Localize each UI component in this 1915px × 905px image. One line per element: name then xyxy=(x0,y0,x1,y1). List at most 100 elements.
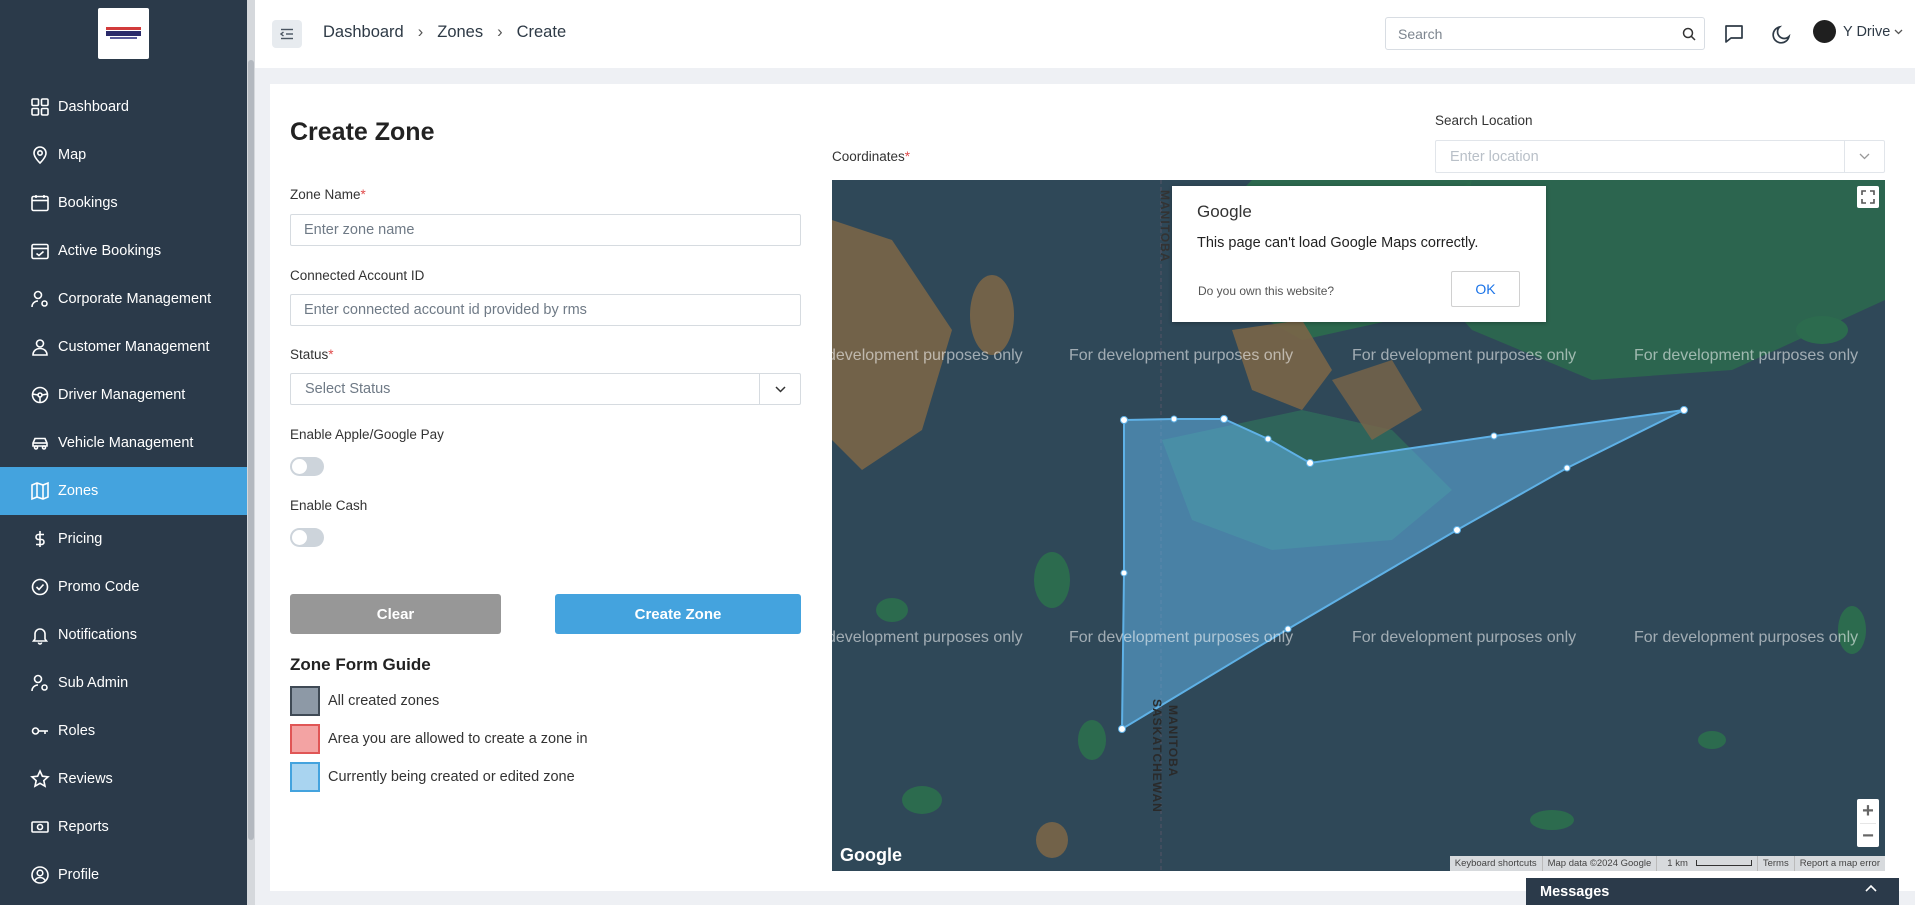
maps-error-question: Do you own this website? xyxy=(1198,284,1335,298)
breadcrumb-separator-icon: › xyxy=(417,23,424,41)
dev-watermark: For development purposes only xyxy=(1069,347,1294,364)
avatar xyxy=(1813,20,1836,43)
sidebar-item-roles[interactable]: Roles xyxy=(0,707,247,755)
fullscreen-icon xyxy=(1861,190,1875,204)
sidebar-item-vehicle-management[interactable]: Vehicle Management xyxy=(0,419,247,467)
steering-wheel-icon xyxy=(29,384,51,406)
zoom-out-button[interactable]: − xyxy=(1857,824,1879,848)
sidebar-item-reviews[interactable]: Reviews xyxy=(0,755,247,803)
legend-current-zone: Currently being created or edited zone xyxy=(290,762,575,792)
maps-error-ok-button[interactable]: OK xyxy=(1451,271,1520,307)
sidebar-item-sub-admin[interactable]: Sub Admin xyxy=(0,659,247,707)
zone-name-input[interactable] xyxy=(290,214,801,246)
menu-toggle-button[interactable] xyxy=(272,20,302,48)
apple-pay-toggle[interactable] xyxy=(290,457,324,476)
messages-widget[interactable]: Messages xyxy=(1526,878,1899,905)
sidebar-item-bookings[interactable]: Bookings xyxy=(0,179,247,227)
sidebar-item-customer-management[interactable]: Customer Management xyxy=(0,323,247,371)
sidebar-scrollbar[interactable] xyxy=(247,0,255,905)
legend-all-zones: All created zones xyxy=(290,686,439,716)
dev-watermark: development purposes only xyxy=(832,347,1023,364)
report-map-error-link[interactable]: Report a map error xyxy=(1793,856,1885,871)
search-input[interactable] xyxy=(1386,25,1674,42)
legend-swatch xyxy=(290,686,320,716)
terms-link[interactable]: Terms xyxy=(1756,856,1794,871)
sidebar-item-label: Driver Management xyxy=(58,387,186,403)
keyboard-shortcuts-link[interactable]: Keyboard shortcuts xyxy=(1450,856,1542,871)
sidebar-item-driver-management[interactable]: Driver Management xyxy=(0,371,247,419)
status-select-value: Select Status xyxy=(305,381,391,397)
star-icon xyxy=(29,768,51,790)
logo-icon xyxy=(106,27,141,39)
clear-button[interactable]: Clear xyxy=(290,594,501,634)
dev-watermark: For development purposes only xyxy=(1352,347,1577,364)
search-location-value: Enter location xyxy=(1450,148,1539,165)
sidebar-item-notifications[interactable]: Notifications xyxy=(0,611,247,659)
cash-toggle[interactable] xyxy=(290,528,324,547)
sidebar-item-dashboard[interactable]: Dashboard xyxy=(0,83,247,131)
map-canvas[interactable]: MANITOBA development purposes only For d… xyxy=(832,180,1885,871)
chevron-up-icon[interactable] xyxy=(1865,884,1877,892)
user-cog-icon xyxy=(29,672,51,694)
user-menu[interactable]: Y Drive xyxy=(1813,20,1903,43)
google-map-logo: Google xyxy=(840,845,902,865)
sidebar-item-reports[interactable]: Reports xyxy=(0,803,247,851)
sidebar-item-map[interactable]: Map xyxy=(0,131,247,179)
sidebar-item-zones[interactable]: Zones xyxy=(0,467,247,515)
apple-pay-label: Enable Apple/Google Pay xyxy=(290,427,444,442)
sidebar-item-label: Vehicle Management xyxy=(58,435,194,451)
search-location-label: Search Location xyxy=(1435,113,1533,128)
dark-mode-icon[interactable] xyxy=(1770,22,1794,46)
map-icon xyxy=(29,480,51,502)
sidebar-item-label: Bookings xyxy=(58,195,118,211)
zone-name-label: Zone Name* xyxy=(290,187,366,202)
region-label-manitoba: MANITOBA xyxy=(1166,705,1180,778)
legend-allowed-area: Area you are allowed to create a zone in xyxy=(290,724,588,754)
create-zone-button[interactable]: Create Zone xyxy=(555,594,801,634)
maps-error-dialog: Google This page can't load Google Maps … xyxy=(1172,186,1546,322)
sidebar-item-profile[interactable]: Profile xyxy=(0,851,247,899)
sidebar-item-promo-code[interactable]: Promo Code xyxy=(0,563,247,611)
scrollbar-thumb[interactable] xyxy=(248,60,254,840)
sidebar-item-corporate-management[interactable]: Corporate Management xyxy=(0,275,247,323)
sidebar-item-label: Customer Management xyxy=(58,339,210,355)
toggle-knob xyxy=(292,530,307,545)
chevron-down-icon[interactable] xyxy=(759,374,800,404)
sidebar-item-label: Dashboard xyxy=(58,99,129,115)
create-zone-card: Create Zone Zone Name* Connected Account… xyxy=(270,84,1915,891)
sidebar-item-label: Reports xyxy=(58,819,109,835)
sidebar-item-label: Pricing xyxy=(58,531,103,547)
chevron-down-icon xyxy=(1894,29,1903,34)
zone-guide-title: Zone Form Guide xyxy=(290,655,431,674)
chevron-down-icon[interactable] xyxy=(1844,141,1884,172)
fullscreen-button[interactable] xyxy=(1857,186,1879,208)
breadcrumb-zones[interactable]: Zones xyxy=(437,23,483,42)
sidebar-item-label: Corporate Management xyxy=(58,291,212,307)
breadcrumb-dashboard[interactable]: Dashboard xyxy=(323,23,404,42)
sidebar-nav: Dashboard Map Bookings Active Bookings C… xyxy=(0,83,247,899)
breadcrumb-create: Create xyxy=(516,23,567,41)
breadcrumb-separator-icon: › xyxy=(497,23,503,41)
chat-icon[interactable] xyxy=(1722,22,1746,46)
sidebar-item-active-bookings[interactable]: Active Bookings xyxy=(0,227,247,275)
app-logo[interactable] xyxy=(98,8,149,59)
coordinates-label: Coordinates* xyxy=(832,149,911,164)
sidebar-item-pricing[interactable]: Pricing xyxy=(0,515,247,563)
dev-watermark: For development purposes only xyxy=(1634,629,1859,646)
account-id-input[interactable] xyxy=(290,294,801,326)
calendar-icon xyxy=(29,192,51,214)
search-icon[interactable] xyxy=(1674,27,1704,41)
search-location-select[interactable]: Enter location xyxy=(1435,140,1885,173)
google-logo: Google xyxy=(1197,202,1252,221)
status-select[interactable]: Select Status xyxy=(290,373,801,405)
user-gear-icon xyxy=(29,288,51,310)
calendar-check-icon xyxy=(29,240,51,262)
top-bar: Dashboard › Zones › Create Y Drive xyxy=(255,0,1915,68)
bell-icon xyxy=(29,624,51,646)
sidebar-item-label: Zones xyxy=(58,483,99,499)
sidebar-item-label: Reviews xyxy=(58,771,113,787)
zoom-in-button[interactable]: + xyxy=(1857,799,1879,823)
sidebar-item-label: Notifications xyxy=(58,627,137,643)
scale-indicator[interactable]: 1 km xyxy=(1656,856,1757,871)
scale-bar-icon xyxy=(1695,860,1752,867)
